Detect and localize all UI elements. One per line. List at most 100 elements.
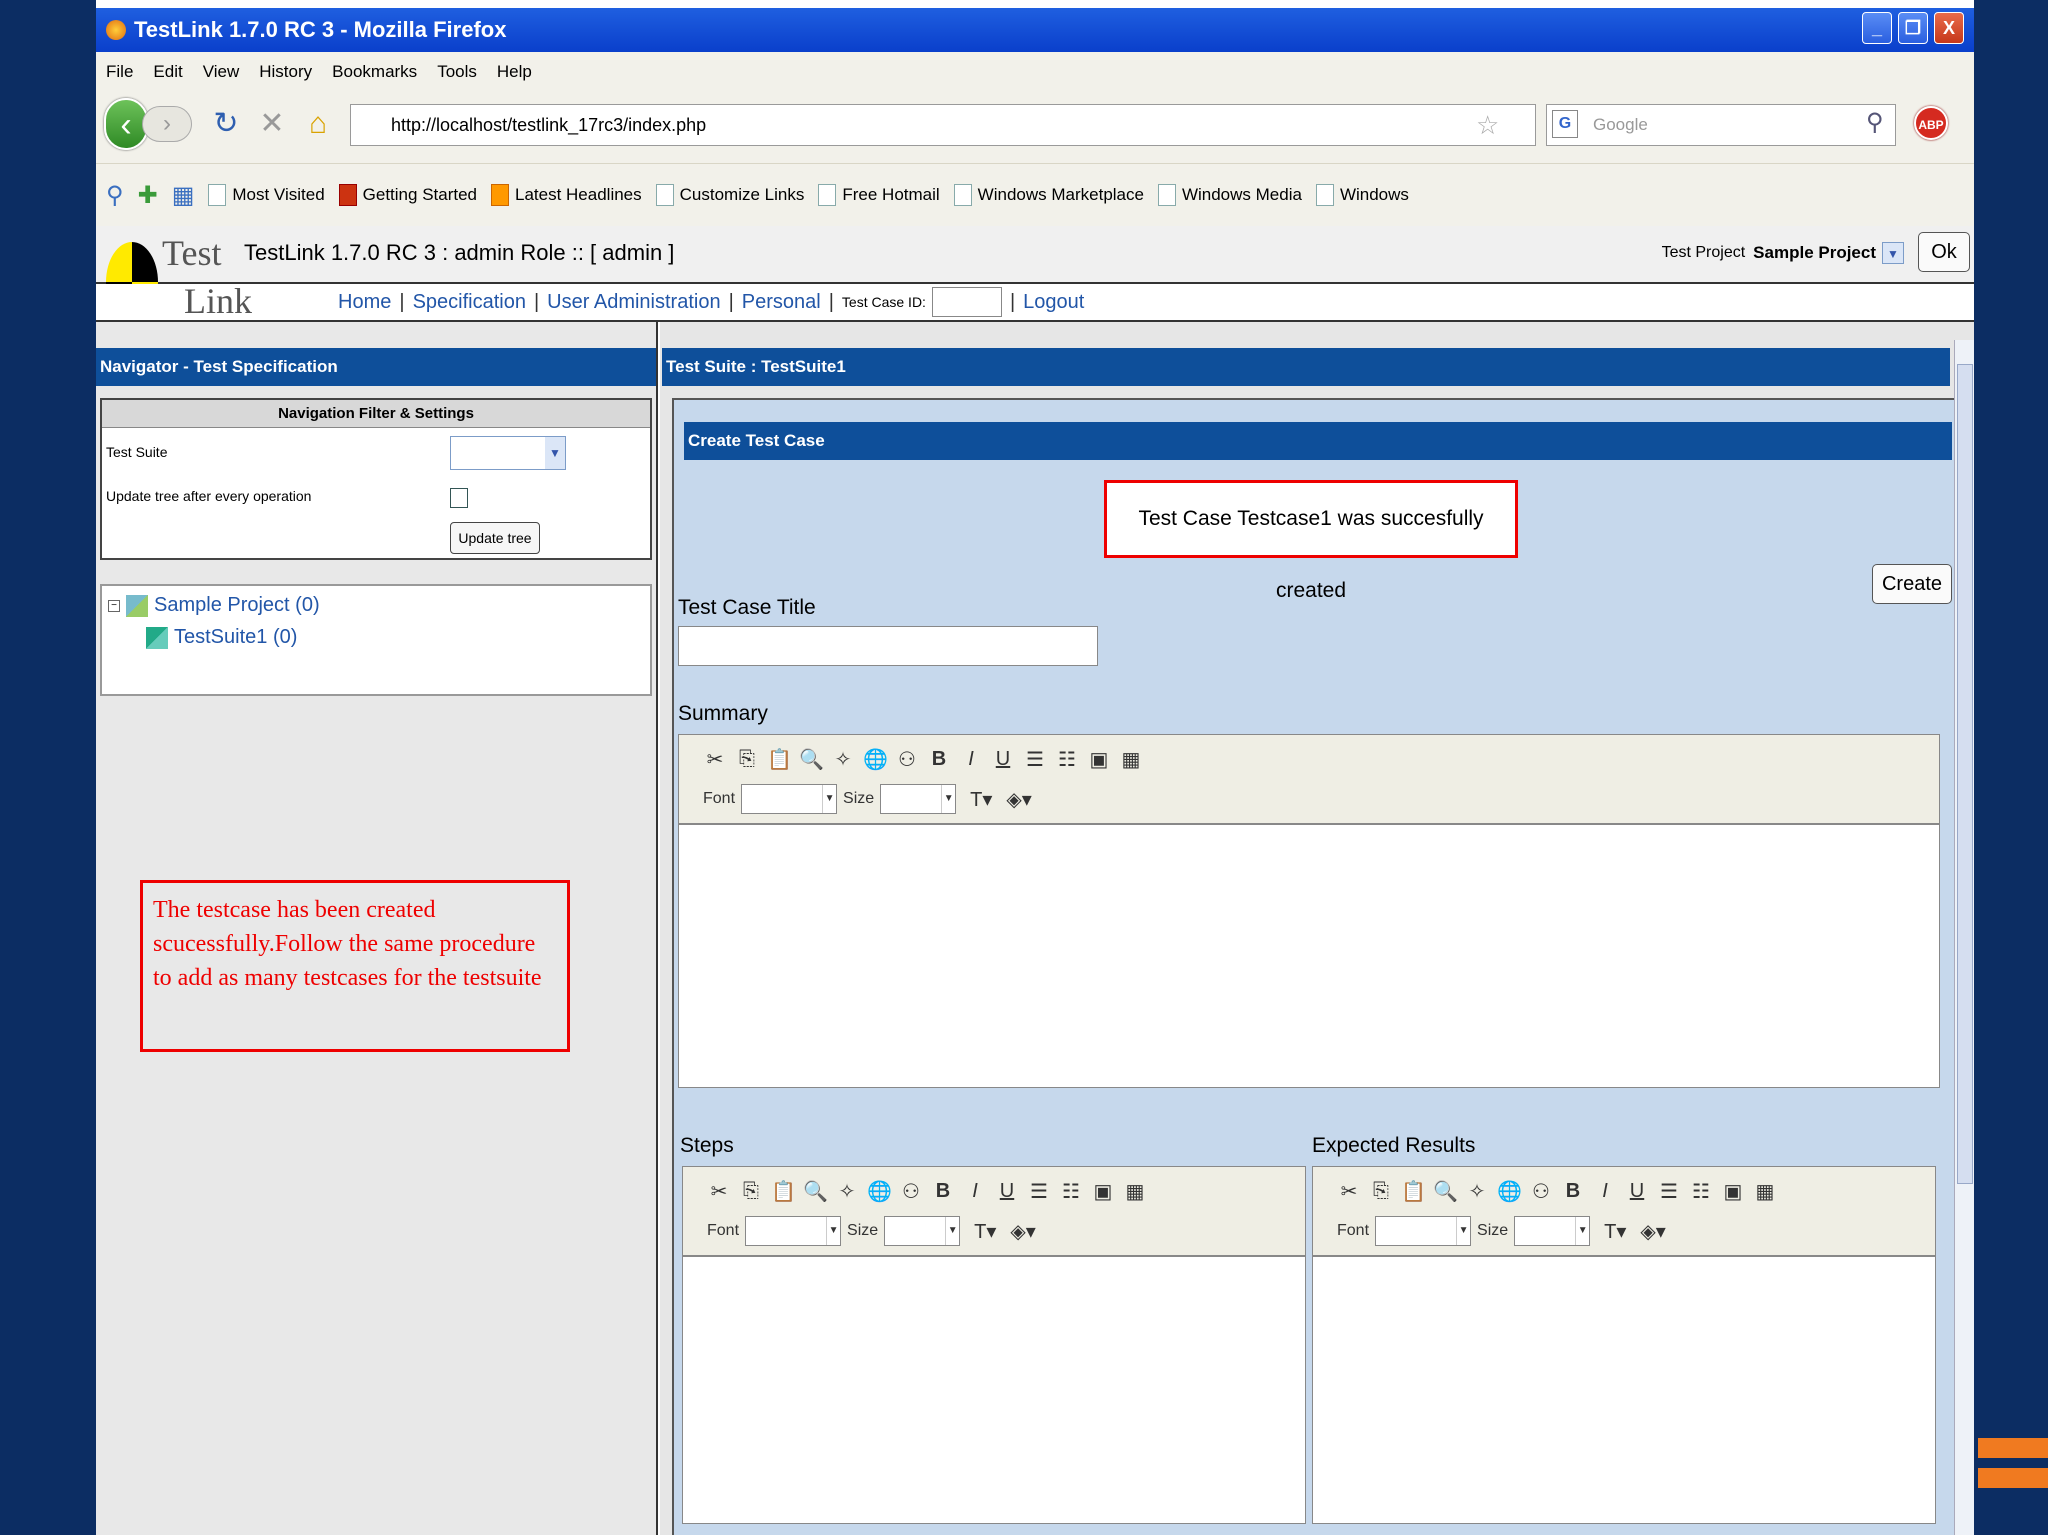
expected-results-editor[interactable]: ✂ ⎘ 📋 🔍 ✧ 🌐 ⚇ B I U ☰ ☷ ▣ ▦ Font ▼ Size …: [1312, 1166, 1936, 1524]
calendar-icon[interactable]: ▦: [172, 181, 195, 210]
nav-personal[interactable]: Personal: [742, 291, 821, 314]
link-icon[interactable]: 🌐: [867, 1179, 892, 1204]
link-icon[interactable]: 🌐: [1497, 1179, 1522, 1204]
bookmark-windows-media[interactable]: Windows Media: [1157, 184, 1302, 206]
replace-icon[interactable]: ✧: [835, 1179, 859, 1204]
forward-button[interactable]: ›: [142, 106, 192, 142]
paste-icon[interactable]: 📋: [771, 1179, 796, 1204]
bookmark-getting-started[interactable]: Getting Started: [338, 184, 477, 206]
underline-icon[interactable]: U: [995, 1180, 1019, 1203]
tree-project[interactable]: Sample Project (0): [126, 594, 320, 617]
bookmark-customize-links[interactable]: Customize Links: [655, 184, 804, 206]
nav-logout[interactable]: Logout: [1023, 291, 1084, 314]
menu-help[interactable]: Help: [497, 62, 532, 82]
cut-icon[interactable]: ✂: [1337, 1179, 1361, 1204]
bg-color-icon[interactable]: ◈▾: [1006, 787, 1031, 812]
cut-icon[interactable]: ✂: [703, 747, 727, 772]
bg-color-icon[interactable]: ◈▾: [1010, 1219, 1035, 1244]
summary-editor[interactable]: ✂ ⎘ 📋 🔍 ✧ 🌐 ⚇ B I U ☰ ☷ ▣ ▦ Font ▼ Size …: [678, 734, 1940, 1088]
project-value[interactable]: Sample Project: [1753, 243, 1876, 263]
text-color-icon[interactable]: T▾: [1604, 1219, 1626, 1244]
italic-icon[interactable]: I: [959, 748, 983, 771]
menu-file[interactable]: File: [106, 62, 133, 82]
menu-bookmarks[interactable]: Bookmarks: [332, 62, 417, 82]
ordered-list-icon[interactable]: ☰: [1027, 1179, 1051, 1204]
collapse-icon[interactable]: −: [108, 600, 120, 612]
menu-view[interactable]: View: [203, 62, 240, 82]
image-icon[interactable]: ▣: [1091, 1179, 1115, 1204]
search-icon[interactable]: ⚲: [106, 181, 124, 210]
unlink-icon[interactable]: ⚇: [1529, 1179, 1553, 1204]
test-case-id-input[interactable]: [931, 287, 1002, 317]
bg-color-icon[interactable]: ◈▾: [1640, 1219, 1665, 1244]
adblock-icon[interactable]: ABP: [1914, 106, 1948, 140]
chevron-down-icon[interactable]: ▼: [1882, 242, 1904, 264]
bookmark-windows-marketplace[interactable]: Windows Marketplace: [953, 184, 1144, 206]
ordered-list-icon[interactable]: ☰: [1023, 747, 1047, 772]
image-icon[interactable]: ▣: [1721, 1179, 1745, 1204]
close-button[interactable]: X: [1934, 12, 1964, 44]
replace-icon[interactable]: ✧: [831, 747, 855, 772]
paste-icon[interactable]: 📋: [1401, 1179, 1426, 1204]
unordered-list-icon[interactable]: ☷: [1059, 1179, 1083, 1204]
google-icon[interactable]: G: [1552, 110, 1578, 138]
star-icon[interactable]: ☆: [1476, 110, 1499, 141]
reload-icon[interactable]: ↻: [208, 106, 244, 142]
test-suite-select[interactable]: ▼: [450, 436, 566, 470]
table-icon[interactable]: ▦: [1753, 1179, 1777, 1204]
replace-icon[interactable]: ✧: [1465, 1179, 1489, 1204]
link-icon[interactable]: 🌐: [863, 747, 888, 772]
unordered-list-icon[interactable]: ☷: [1689, 1179, 1713, 1204]
home-icon[interactable]: ⌂: [300, 106, 336, 142]
copy-icon[interactable]: ⎘: [739, 1180, 763, 1203]
test-case-title-input[interactable]: [678, 626, 1098, 666]
update-tree-button[interactable]: Update tree: [450, 522, 540, 554]
text-color-icon[interactable]: T▾: [970, 787, 992, 812]
stop-icon[interactable]: ✕: [254, 106, 290, 142]
find-icon[interactable]: 🔍: [799, 747, 824, 772]
unlink-icon[interactable]: ⚇: [895, 747, 919, 772]
unlink-icon[interactable]: ⚇: [899, 1179, 923, 1204]
add-icon[interactable]: ✚: [138, 181, 158, 210]
nav-specification[interactable]: Specification: [413, 291, 526, 314]
size-select[interactable]: ▼: [880, 784, 957, 814]
search-input[interactable]: Google: [1546, 104, 1896, 146]
size-select[interactable]: ▼: [884, 1216, 961, 1246]
update-tree-checkbox[interactable]: [450, 488, 468, 508]
ok-button[interactable]: Ok: [1918, 232, 1970, 272]
bookmark-windows[interactable]: Windows: [1315, 184, 1409, 206]
font-select[interactable]: ▼: [745, 1216, 842, 1246]
menu-edit[interactable]: Edit: [153, 62, 182, 82]
italic-icon[interactable]: I: [1593, 1180, 1617, 1203]
minimize-button[interactable]: _: [1862, 12, 1892, 44]
unordered-list-icon[interactable]: ☷: [1055, 747, 1079, 772]
create-button[interactable]: Create: [1872, 564, 1952, 604]
find-icon[interactable]: 🔍: [1433, 1179, 1458, 1204]
table-icon[interactable]: ▦: [1123, 1179, 1147, 1204]
size-select[interactable]: ▼: [1514, 1216, 1591, 1246]
menu-history[interactable]: History: [259, 62, 312, 82]
text-color-icon[interactable]: T▾: [974, 1219, 996, 1244]
menu-tools[interactable]: Tools: [437, 62, 477, 82]
paste-icon[interactable]: 📋: [767, 747, 792, 772]
bookmark-most-visited[interactable]: Most Visited: [208, 184, 325, 206]
steps-editor[interactable]: ✂ ⎘ 📋 🔍 ✧ 🌐 ⚇ B I U ☰ ☷ ▣ ▦ Font ▼ Size …: [682, 1166, 1306, 1524]
image-icon[interactable]: ▣: [1087, 747, 1111, 772]
magnifier-icon[interactable]: ⚲: [1866, 108, 1884, 137]
restore-button[interactable]: ❐: [1898, 12, 1928, 44]
nav-home[interactable]: Home: [338, 291, 391, 314]
url-bar[interactable]: http://localhost/testlink_17rc3/index.ph…: [350, 104, 1536, 146]
bookmark-free-hotmail[interactable]: Free Hotmail: [818, 184, 940, 206]
bold-icon[interactable]: B: [931, 1180, 955, 1203]
italic-icon[interactable]: I: [963, 1180, 987, 1203]
ordered-list-icon[interactable]: ☰: [1657, 1179, 1681, 1204]
vertical-scrollbar[interactable]: [1954, 340, 1974, 1535]
bold-icon[interactable]: B: [927, 748, 951, 771]
bookmark-latest-headlines[interactable]: Latest Headlines: [491, 184, 642, 206]
font-select[interactable]: ▼: [1375, 1216, 1472, 1246]
font-select[interactable]: ▼: [741, 784, 838, 814]
tree-suite[interactable]: TestSuite1 (0): [146, 626, 297, 649]
find-icon[interactable]: 🔍: [803, 1179, 828, 1204]
cut-icon[interactable]: ✂: [707, 1179, 731, 1204]
copy-icon[interactable]: ⎘: [735, 748, 759, 771]
